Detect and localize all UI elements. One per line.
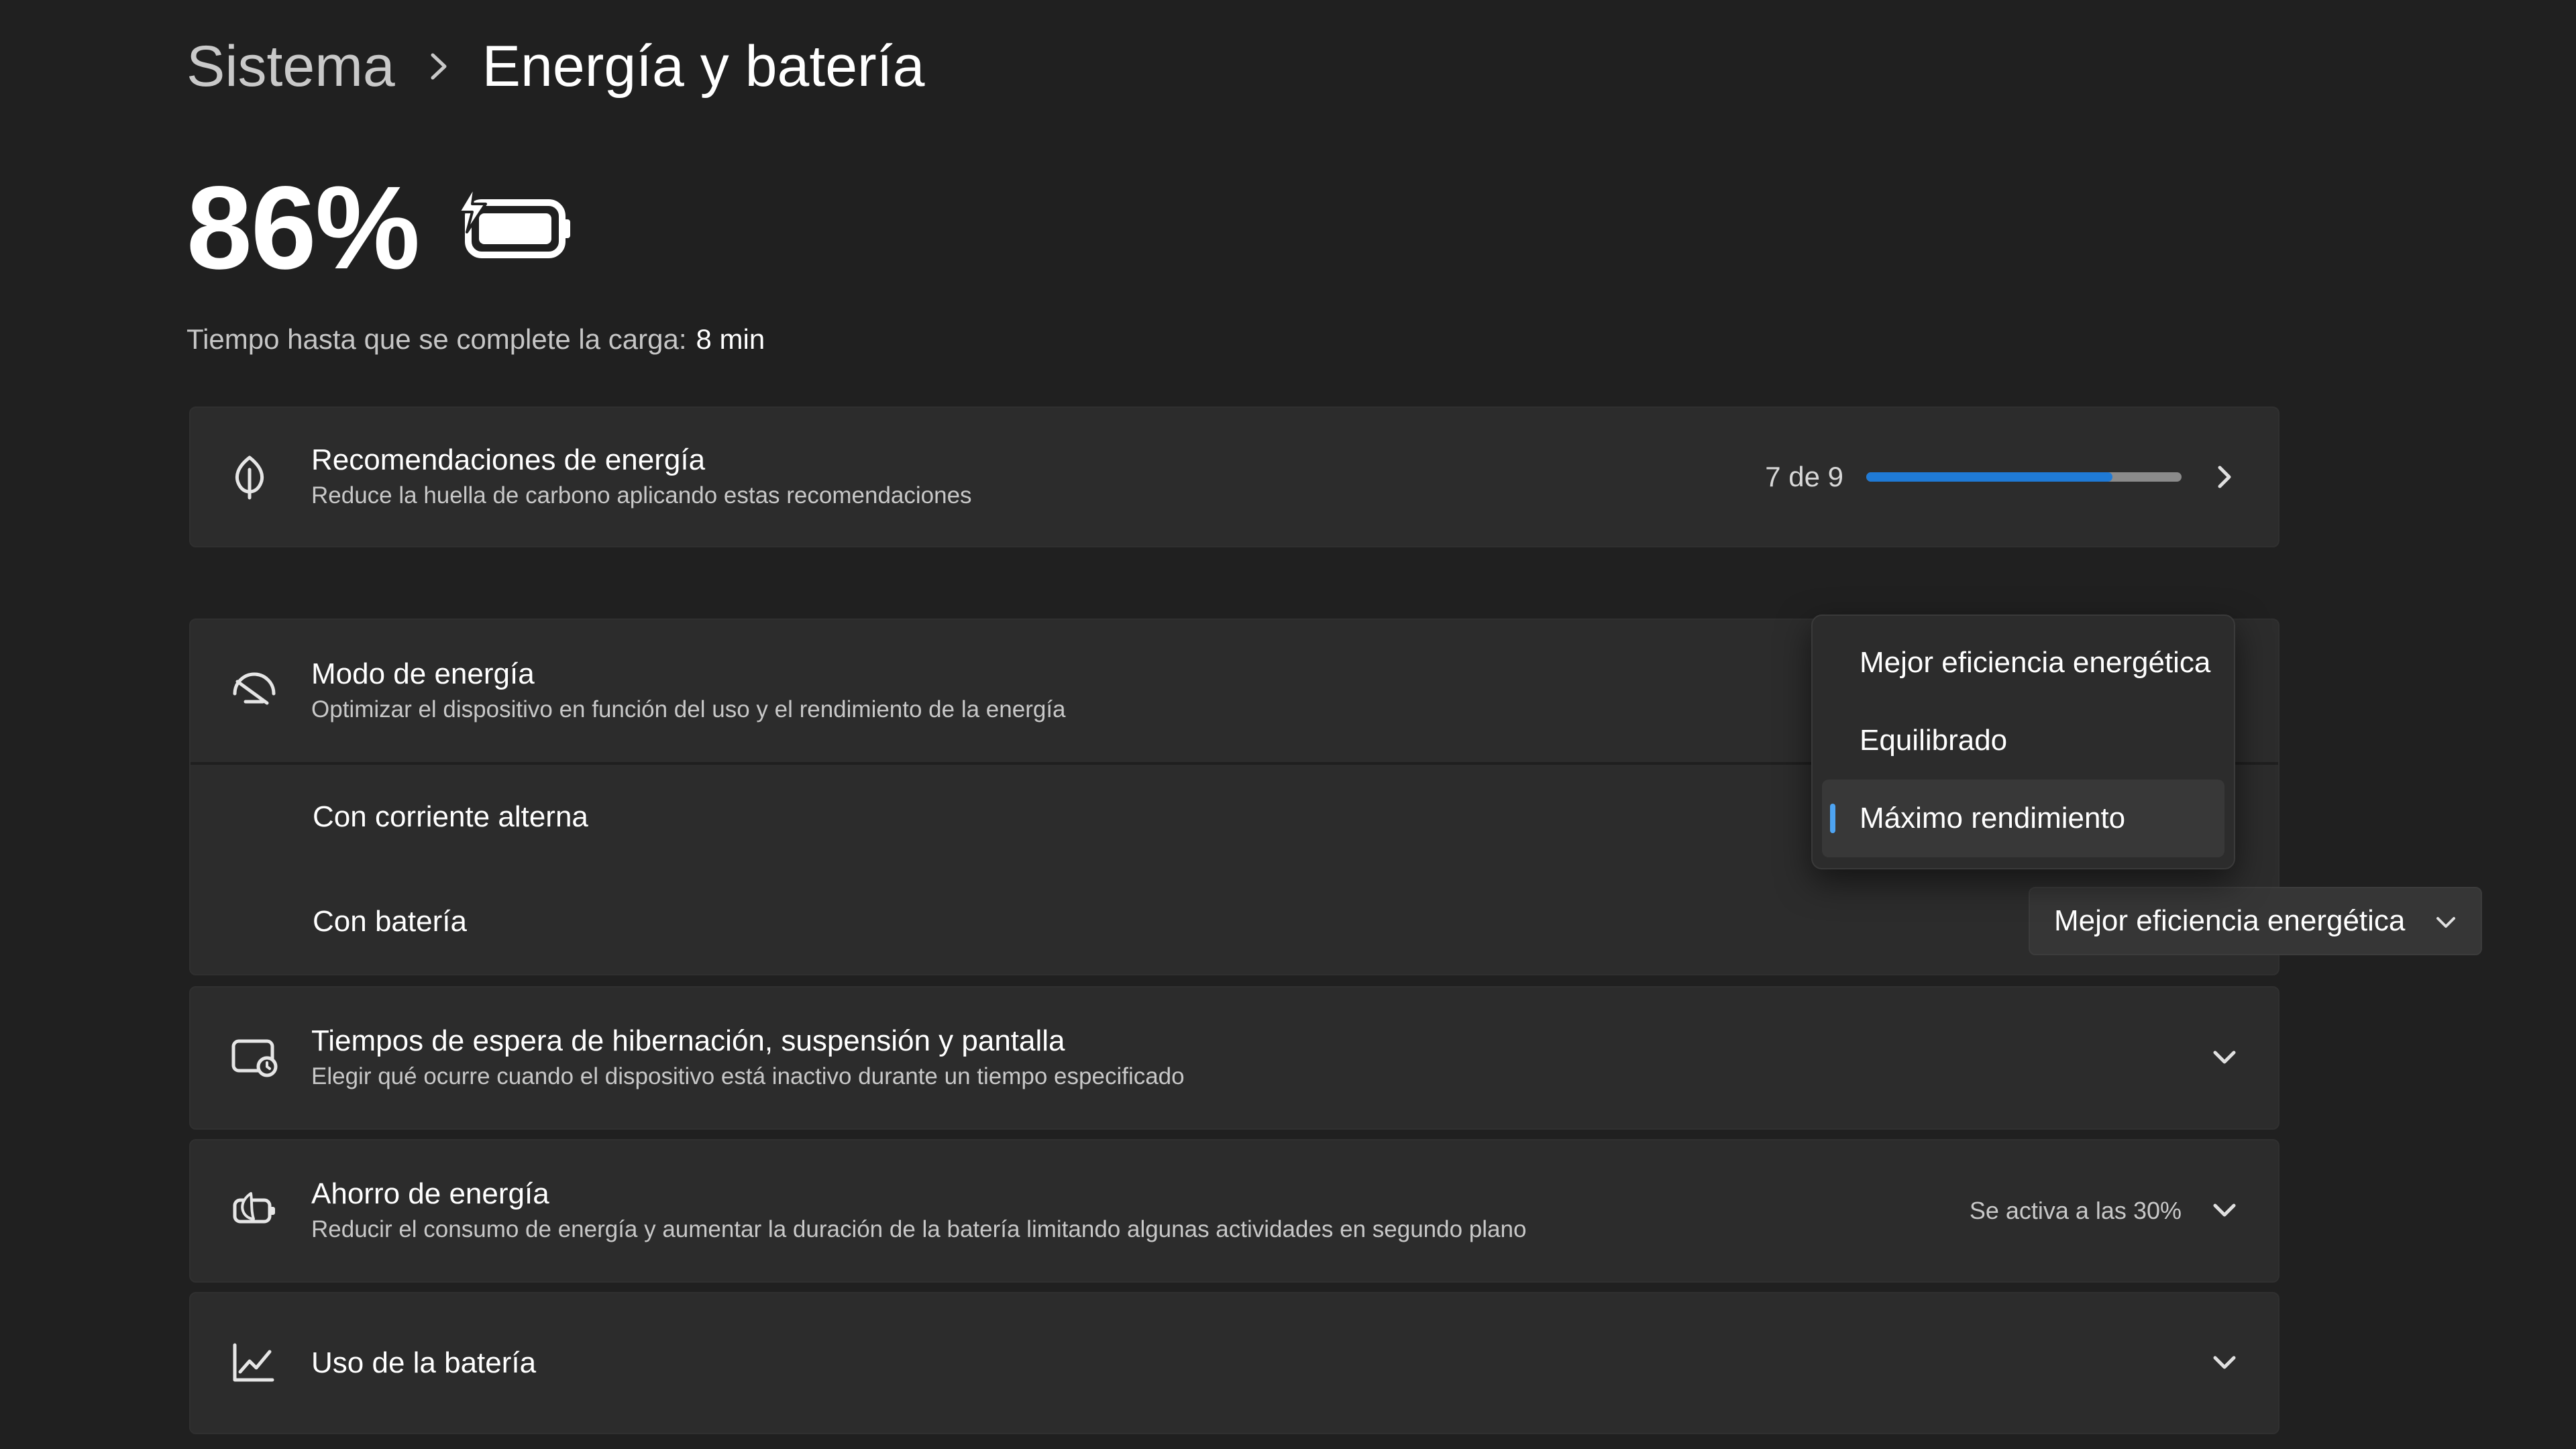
menu-item-balanced[interactable]: Equilibrado (1822, 702, 2224, 780)
battery-power-row: Con batería (191, 869, 2278, 974)
chevron-right-icon[interactable] (2204, 462, 2245, 492)
leaf-icon (231, 453, 311, 500)
menu-item-best-efficiency[interactable]: Mejor eficiencia energética (1822, 624, 2224, 702)
battery-usage-card[interactable]: Uso de la batería (189, 1292, 2279, 1434)
screen-sleep-icon (231, 1037, 311, 1079)
ac-power-mode-menu: Mejor eficiencia energética Equilibrado … (1811, 614, 2235, 869)
breadcrumb: Sistema Energía y batería (186, 30, 924, 103)
chevron-right-icon (395, 50, 482, 83)
energy-saver-subtitle: Reducir el consumo de energía y aumentar… (311, 1216, 1527, 1242)
chevron-down-icon[interactable] (2204, 1354, 2245, 1373)
recommendations-progress-bar (1866, 472, 2182, 482)
sleep-timeouts-title: Tiempos de espera de hibernación, suspen… (311, 1024, 1065, 1057)
recommendations-progress-text: 7 de 9 (1765, 461, 1843, 492)
chevron-down-icon (2434, 904, 2458, 938)
menu-item-label: Mejor eficiencia energética (1860, 646, 2211, 679)
recommendations-progress-fill (1866, 472, 2112, 482)
recommendations-subtitle: Reduce la huella de carbono aplicando es… (311, 482, 972, 508)
settings-page: Sistema Energía y batería 86% Tiempo has… (0, 0, 2576, 1449)
charge-time-text: Tiempo hasta que se complete la carga: 8 … (186, 321, 765, 358)
energy-recommendations-card[interactable]: Recomendaciones de energía Reduce la hue… (189, 407, 2279, 547)
chevron-down-icon[interactable] (2204, 1049, 2245, 1067)
battery-power-mode-value: Mejor eficiencia energética (2054, 904, 2406, 937)
energy-saver-title: Ahorro de energía (311, 1177, 549, 1210)
charge-time-value: 8 min (696, 323, 765, 355)
sleep-timeouts-card[interactable]: Tiempos de espera de hibernación, suspen… (189, 986, 2279, 1130)
battery-usage-row[interactable]: Uso de la batería (191, 1293, 2278, 1433)
sleep-timeouts-row[interactable]: Tiempos de espera de hibernación, suspen… (191, 987, 2278, 1128)
recommendations-title: Recomendaciones de energía (311, 443, 706, 476)
breadcrumb-parent-link[interactable]: Sistema (186, 30, 395, 103)
battery-percentage: 86% (186, 162, 420, 294)
battery-power-label: Con batería (313, 905, 467, 938)
battery-usage-title: Uso de la batería (311, 1346, 537, 1379)
chevron-down-icon[interactable] (2204, 1201, 2245, 1220)
charge-time-label: Tiempo hasta que se complete la carga: (186, 323, 687, 355)
line-chart-icon (231, 1342, 311, 1384)
menu-item-best-performance[interactable]: Máximo rendimiento (1822, 780, 2224, 857)
energy-saver-row[interactable]: Ahorro de energía Reducir el consumo de … (191, 1140, 2278, 1281)
energy-recommendations-row[interactable]: Recomendaciones de energía Reduce la hue… (191, 408, 2278, 546)
energy-saver-card[interactable]: Ahorro de energía Reducir el consumo de … (189, 1139, 2279, 1283)
page-title: Energía y batería (482, 34, 925, 99)
ac-power-label: Con corriente alterna (313, 800, 588, 833)
menu-item-label: Equilibrado (1860, 724, 2008, 757)
battery-power-mode-select[interactable]: Mejor eficiencia energética (2029, 887, 2482, 955)
gauge-icon (231, 671, 311, 711)
selection-indicator (1830, 804, 1835, 833)
battery-saver-icon (231, 1191, 311, 1231)
menu-item-label: Máximo rendimiento (1860, 802, 2126, 835)
battery-charging-icon (455, 182, 576, 266)
energy-saver-status: Se activa a las 30% (1969, 1197, 2182, 1224)
sleep-timeouts-subtitle: Elegir qué ocurre cuando el dispositivo … (311, 1063, 1185, 1089)
